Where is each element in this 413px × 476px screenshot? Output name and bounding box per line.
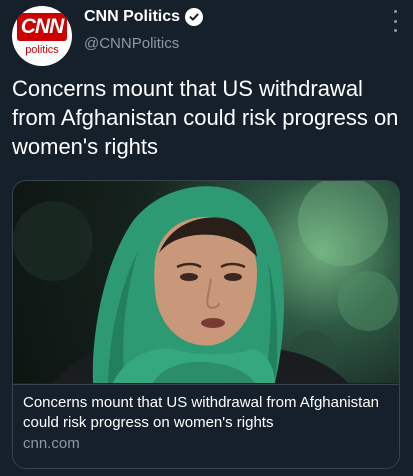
more-options-icon[interactable] (391, 10, 399, 32)
link-card-domain: cnn.com (23, 435, 80, 452)
cnn-logo: CNN (17, 13, 67, 41)
avatar-logo-text: CNN (20, 15, 64, 38)
author-display-name[interactable]: CNN Politics (84, 8, 180, 26)
avatar[interactable]: CNN politics (12, 6, 72, 66)
link-card[interactable]: Concerns mount that US withdrawal from A… (12, 180, 400, 469)
tweet-text: Concerns mount that US withdrawal from A… (12, 76, 399, 159)
tweet-header: CNN politics CNN Politics @CNNPolitics (0, 0, 413, 70)
author-name-row: CNN Politics (84, 8, 204, 26)
verified-badge-icon (185, 8, 204, 26)
avatar-sub-text: politics (25, 44, 59, 56)
link-card-image[interactable] (13, 181, 399, 383)
link-card-body[interactable]: Concerns mount that US withdrawal from A… (13, 384, 399, 468)
author-handle[interactable]: @CNNPolitics (84, 35, 179, 52)
link-card-title[interactable]: Concerns mount that US withdrawal from A… (23, 393, 393, 433)
